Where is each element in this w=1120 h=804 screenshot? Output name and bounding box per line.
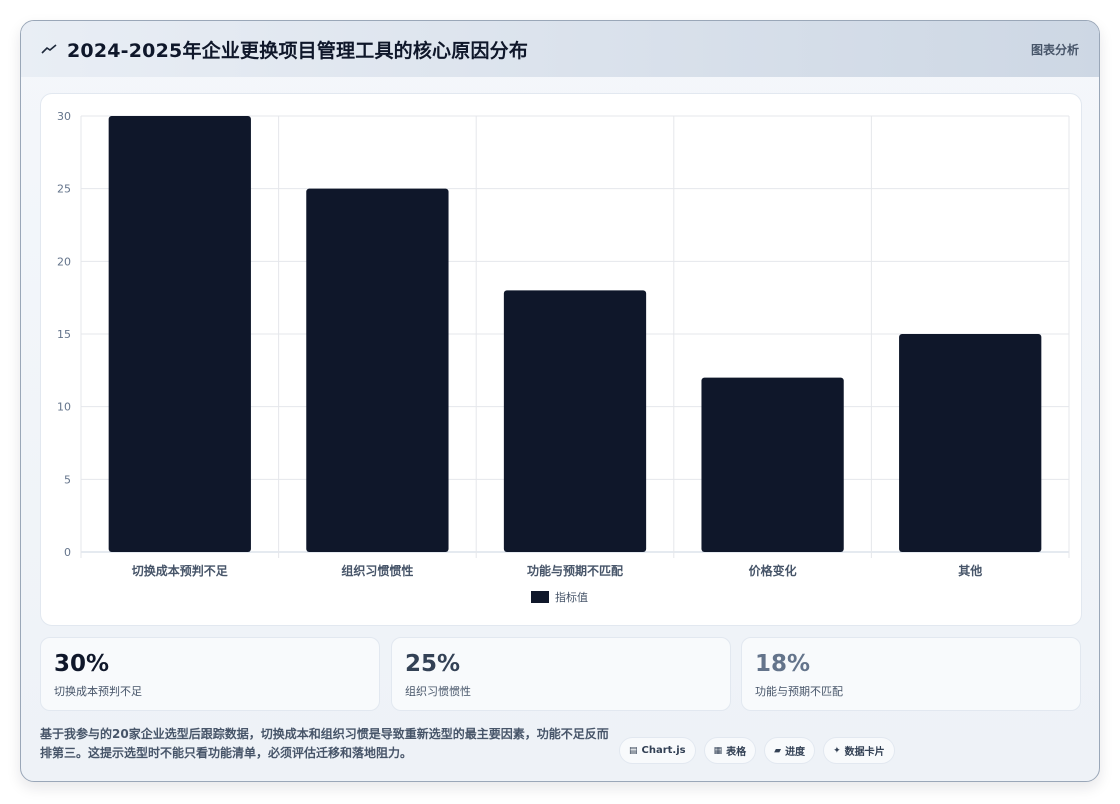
table-icon: ▦ <box>713 745 723 756</box>
chip-chartjs[interactable]: ▤ Chart.js <box>619 737 696 764</box>
y-tick-label: 10 <box>57 401 71 414</box>
tech-chips: ▤ Chart.js ▦ 表格 ▰ 进度 ✦ 数据卡片 <box>619 737 895 764</box>
bar <box>899 334 1042 552</box>
stat-value: 25% <box>405 651 461 677</box>
bar <box>701 377 844 552</box>
chip-label: 表格 <box>726 747 747 758</box>
y-tick-label: 15 <box>57 328 71 341</box>
stat-card-3: 18% 功能与预期不匹配 <box>741 637 1081 711</box>
stat-label: 功能与预期不匹配 <box>755 685 843 698</box>
chip-label: 数据卡片 <box>844 747 885 758</box>
x-tick-label: 价格变化 <box>749 563 797 578</box>
chart-analysis-tag: 图表分析 <box>1030 42 1079 57</box>
x-tick-label: 组织习惯惯性 <box>341 563 413 578</box>
chip-progress[interactable]: ▰ 进度 <box>764 737 816 764</box>
card-header: 2024-2025年企业更换项目管理工具的核心原因分布 图表分析 <box>21 21 1099 77</box>
progress-icon: ▰ <box>774 745 782 756</box>
summary-text: 基于我参与的20家企业选型后跟踪数据，切换成本和组织习惯是导致重新选型的最主要因… <box>40 727 609 760</box>
chip-label: Chart.js <box>641 745 686 756</box>
stat-card-2: 25% 组织习惯惯性 <box>391 637 731 711</box>
chart-icon: ▤ <box>629 745 638 756</box>
x-tick-label: 切换成本预判不足 <box>132 563 228 578</box>
x-tick-label: 功能与预期不匹配 <box>527 563 623 578</box>
bar <box>306 188 449 552</box>
y-tick-label: 20 <box>57 255 71 268</box>
bar-chart-svg: 0 5 10 15 20 25 30 切换成本预判不足 组织习惯惯性 功能与预期不匹配 价格变化 其他… <box>57 110 1070 604</box>
page-title: 2024-2025年企业更换项目管理工具的核心原因分布 <box>67 39 529 62</box>
chip-data-card[interactable]: ✦ 数据卡片 <box>823 737 895 764</box>
bar-chart: 0 5 10 15 20 25 30 切换成本预判不足 组织习惯惯性 功能与预期不匹配 价格变化 其他… <box>40 93 1082 626</box>
stat-value: 18% <box>755 651 811 677</box>
chip-label: 进度 <box>785 747 806 758</box>
trend-icon <box>41 44 57 54</box>
y-tick-label: 25 <box>57 183 71 196</box>
x-tick-label: 其他 <box>958 563 982 578</box>
y-tick-label: 30 <box>57 110 71 123</box>
stat-label: 组织习惯惯性 <box>405 685 471 698</box>
stat-card-1: 30% 切换成本预判不足 <box>40 637 380 711</box>
stat-value: 30% <box>54 651 110 677</box>
bar <box>108 116 251 552</box>
bar <box>503 290 647 552</box>
y-tick-label: 0 <box>64 546 71 559</box>
chart-card: 2024-2025年企业更换项目管理工具的核心原因分布 图表分析 0 5 10 15 2… <box>20 20 1100 782</box>
legend-label: 指标值 <box>555 590 588 604</box>
card-icon: ✦ <box>833 745 841 756</box>
chip-table[interactable]: ▦ 表格 <box>703 737 757 764</box>
stat-label: 切换成本预判不足 <box>54 685 142 698</box>
legend-swatch <box>531 591 549 603</box>
y-tick-label: 5 <box>64 473 71 486</box>
